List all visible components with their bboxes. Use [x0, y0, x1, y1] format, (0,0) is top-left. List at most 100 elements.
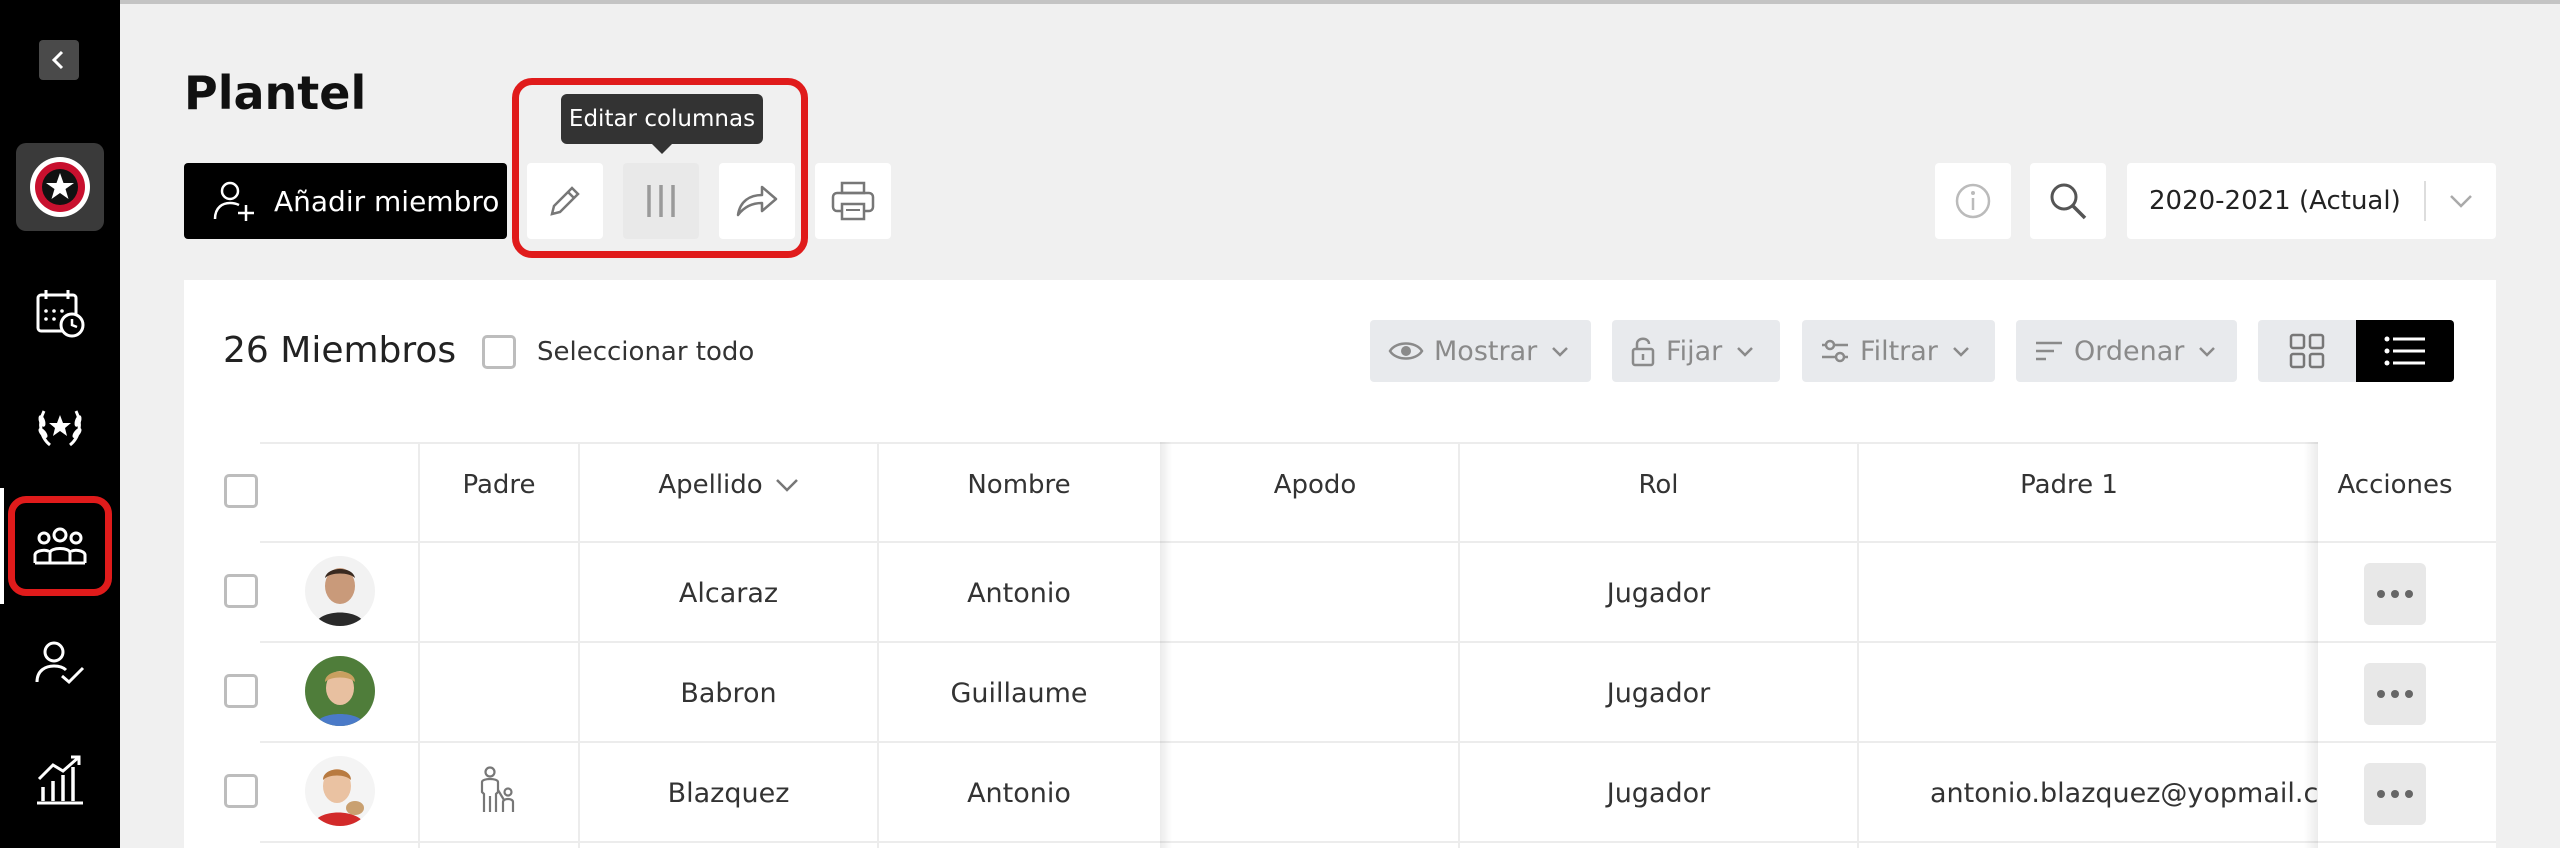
info-icon	[1955, 183, 1991, 219]
calendar-clock-icon	[36, 290, 85, 338]
season-select[interactable]: 2020-2021 (Actual)	[2127, 163, 2496, 239]
cell-lastname: Alcaraz	[678, 578, 779, 609]
sidebar-item-competitions[interactable]	[0, 392, 120, 462]
column-header-parent1[interactable]: Padre 1	[1859, 470, 2279, 500]
row-line	[2318, 641, 2496, 643]
show-dropdown[interactable]: Mostrar	[1370, 320, 1591, 382]
sort-lines-icon	[2036, 341, 2062, 361]
avatar[interactable]	[305, 756, 375, 826]
lock-icon	[1631, 337, 1655, 367]
chevron-down-icon	[1737, 346, 1754, 357]
stats-chart-icon	[37, 755, 83, 805]
sort-dropdown[interactable]: Ordenar	[2016, 320, 2237, 382]
edit-columns-tooltip: Editar columnas	[561, 94, 763, 154]
column-header-lastname[interactable]: Apellido	[580, 470, 877, 500]
row-checkbox[interactable]	[224, 674, 258, 708]
search-button[interactable]	[2030, 163, 2106, 239]
row-line	[260, 741, 2496, 743]
grid-icon	[2289, 333, 2325, 369]
row-line	[2318, 741, 2496, 743]
add-member-button[interactable]: Añadir miembro	[184, 163, 507, 239]
row-actions-button[interactable]	[2364, 663, 2426, 725]
column-header-nickname[interactable]: Apodo	[1172, 470, 1458, 500]
sort-label: Ordenar	[2074, 335, 2185, 367]
actions-header-line	[2318, 541, 2496, 543]
view-toggle	[2258, 320, 2454, 382]
row-line	[260, 641, 2496, 643]
search-icon	[2050, 183, 2087, 220]
laurel-icon	[38, 410, 82, 447]
eye-icon	[1388, 342, 1424, 360]
column-header-role[interactable]: Rol	[1460, 470, 1857, 500]
select-all-label: Seleccionar todo	[537, 337, 755, 367]
user-check-icon	[35, 641, 85, 685]
chevron-down-icon	[2450, 195, 2472, 208]
sliders-icon	[1822, 339, 1848, 363]
player-photo	[305, 556, 375, 626]
members-count: 26 Miembros	[223, 330, 457, 371]
sort-chevron-down-icon	[775, 479, 798, 492]
print-button[interactable]	[815, 163, 891, 239]
cell-role: Jugador	[1606, 778, 1711, 809]
more-dots-icon	[2377, 590, 2413, 598]
filter-dropdown[interactable]: Filtrar	[1802, 320, 1995, 382]
avatar[interactable]	[305, 656, 375, 726]
cell-role: Jugador	[1606, 678, 1711, 709]
season-value: 2020-2021 (Actual)	[2149, 186, 2401, 216]
chevron-left-icon	[51, 50, 64, 70]
column-header-firstname[interactable]: Nombre	[879, 470, 1159, 500]
column-separator	[1857, 442, 1859, 848]
cell-lastname: Blazquez	[667, 778, 790, 809]
parent-indicator	[466, 762, 530, 818]
filter-label: Filtrar	[1860, 335, 1938, 367]
sidebar-item-stats[interactable]	[0, 744, 120, 814]
club-crest-icon	[30, 157, 90, 217]
player-photo	[305, 756, 375, 826]
table-header-line	[260, 541, 2496, 543]
sidebar-item-calendar[interactable]	[0, 278, 120, 348]
row-checkbox[interactable]	[224, 574, 258, 608]
row-actions-button[interactable]	[2364, 563, 2426, 625]
cell-firstname: Guillaume	[950, 678, 1088, 709]
pin-label: Fijar	[1666, 335, 1723, 367]
info-button[interactable]	[1935, 163, 2011, 239]
cell-firstname: Antonio	[967, 778, 1071, 809]
row-line	[2318, 841, 2496, 843]
actions-column-shadow	[2304, 442, 2318, 848]
pin-dropdown[interactable]: Fijar	[1612, 320, 1780, 382]
cell-parent1: antonio.blazquez@yopmail.com	[1930, 778, 2320, 809]
header-checkbox[interactable]	[224, 474, 258, 508]
list-view-button[interactable]	[2356, 320, 2454, 382]
show-label: Mostrar	[1434, 335, 1538, 367]
column-header-parent[interactable]: Padre	[420, 470, 578, 500]
lastname-header-label: Apellido	[658, 470, 763, 500]
chevron-down-icon	[1953, 346, 1969, 357]
sidebar	[0, 0, 120, 848]
more-dots-icon	[2377, 790, 2413, 798]
cell-role: Jugador	[1606, 578, 1711, 609]
sidebar-item-attendance[interactable]	[0, 628, 120, 698]
row-checkbox[interactable]	[224, 774, 258, 808]
player-photo	[305, 656, 375, 726]
select-all-checkbox[interactable]	[482, 335, 516, 369]
more-dots-icon	[2377, 690, 2413, 698]
column-separator	[418, 442, 420, 848]
chevron-down-icon	[2199, 346, 2216, 357]
season-dropdown[interactable]	[2426, 194, 2496, 208]
list-icon	[2384, 336, 2425, 366]
add-user-icon	[213, 181, 254, 221]
chevron-down-icon	[1552, 346, 1569, 357]
collapse-sidebar-button[interactable]	[39, 40, 79, 80]
grid-view-button[interactable]	[2258, 320, 2356, 382]
printer-icon	[831, 181, 875, 221]
club-logo[interactable]	[16, 143, 104, 231]
pinned-column-shadow	[1160, 442, 1172, 848]
column-header-actions: Acciones	[2337, 470, 2453, 500]
page-title: Plantel	[184, 66, 367, 120]
cell-firstname: Antonio	[967, 578, 1071, 609]
row-line	[260, 841, 2496, 843]
row-actions-button[interactable]	[2364, 763, 2426, 825]
avatar[interactable]	[305, 556, 375, 626]
cell-lastname: Babron	[680, 678, 777, 709]
sidebar-highlight	[8, 496, 112, 596]
